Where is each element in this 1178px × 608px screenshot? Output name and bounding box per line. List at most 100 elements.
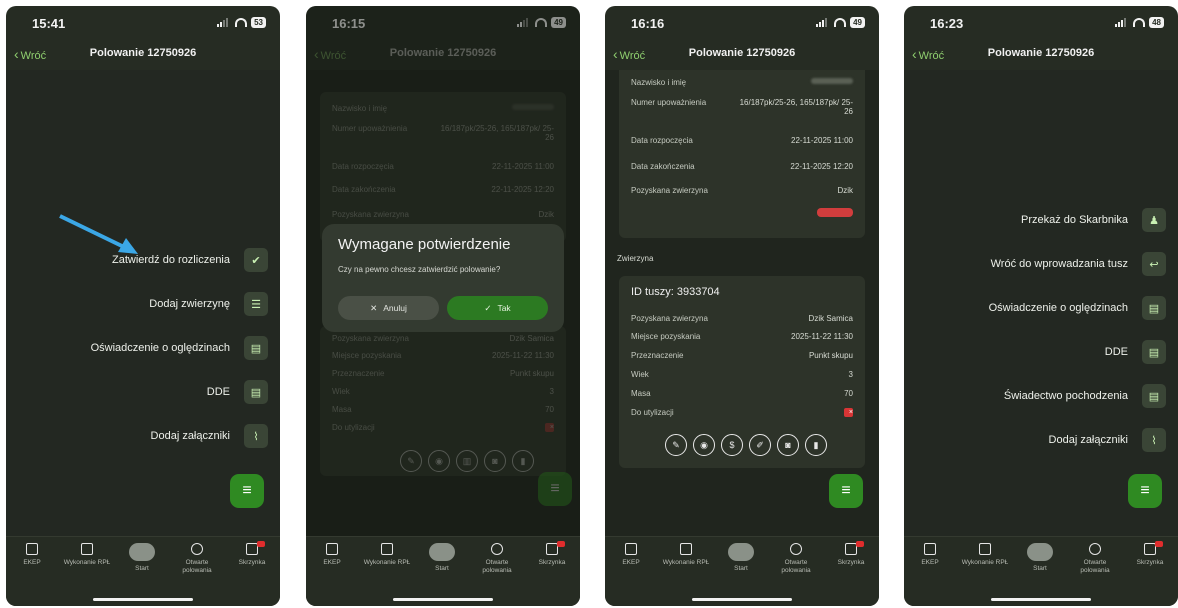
tab-start[interactable]: Start <box>117 543 167 573</box>
tab-inbox[interactable]: Skrzynka <box>227 541 277 567</box>
tab-wykonanie-rpl[interactable]: Wykonanie RPŁ <box>362 543 412 567</box>
menu-item-attachments[interactable]: Dodaj załączniki ⌇ <box>1049 428 1166 452</box>
tab-label: Skrzynka <box>837 559 865 566</box>
menu-item-label: DDE <box>206 386 230 398</box>
home-indicator <box>93 598 193 601</box>
dialog-title: Wymagane potwierdzenie <box>338 236 511 253</box>
check-icon: ✓ <box>484 302 492 313</box>
tab-label: Otwarte polowania <box>482 559 512 574</box>
phone-screen-4: 16:23 48 ‹ Wróć Polowanie 12750926 Przeka… <box>904 6 1178 606</box>
menu-item-return-to-carcass-entry[interactable]: Wróć do wprowadzania tusz ↩ <box>991 252 1166 276</box>
tree-icon <box>1027 543 1053 561</box>
detail-row: Pozyskana zwierzyna Dzik <box>631 186 853 195</box>
menu-item-dde[interactable]: DDE ▤ <box>1105 340 1166 364</box>
detail-row: Pozyskana zwierzyna Dzik Samica <box>631 314 853 323</box>
page-title: Polowanie 12750926 <box>987 47 1095 59</box>
system-icons: 48 <box>1115 17 1164 28</box>
cancel-button[interactable]: ✕ Anuluj <box>338 296 439 320</box>
menu-item-inspection-statement[interactable]: Oświadczenie o oględzinach ▤ <box>91 336 268 360</box>
carcass-card: ID tuszy: 3933704 Pozyskana zwierzyna Dzi… <box>619 276 865 468</box>
menu-item-label: Świadectwo pochodzenia <box>1003 390 1128 402</box>
menu-fab-button[interactable]: ≡ <box>829 474 863 508</box>
tree-icon <box>429 543 455 561</box>
tab-ekep[interactable]: EKEP <box>606 543 656 567</box>
document-edit-icon[interactable]: ✐ <box>749 434 771 456</box>
tab-start[interactable]: Start <box>1015 543 1065 573</box>
content-area: Zatwierdź do rozliczenia ✔ Dodaj zwierzy… <box>6 70 280 536</box>
confirm-label: Tak <box>497 303 511 313</box>
menu-item-label: Oświadczenie o oględzinach <box>988 302 1128 314</box>
system-icons: 53 <box>217 17 266 28</box>
tab-wykonanie-rpl[interactable]: Wykonanie RPŁ <box>960 543 1010 567</box>
content-area: Nazwisko i imię Numer upoważnienia 16/187… <box>605 70 879 536</box>
status-bar: 16:16 49 <box>605 6 879 38</box>
tab-label: Skrzynka <box>1136 559 1164 566</box>
cancel-label: Anuluj <box>383 303 407 313</box>
system-icons: 49 <box>816 17 865 28</box>
edit-icon[interactable]: ✎ <box>665 434 687 456</box>
menu-item-label: Zatwierdź do rozliczenia <box>112 254 230 266</box>
tab-label: Wykonanie RPŁ <box>63 559 111 566</box>
tab-inbox[interactable]: Skrzynka <box>527 541 577 567</box>
tab-label: Start <box>1033 565 1047 572</box>
detail-row: Wiek 3 <box>631 370 853 379</box>
notification-badge <box>856 541 864 547</box>
close-icon: ✕ <box>370 302 378 313</box>
status-bar: 15:41 53 <box>6 6 280 38</box>
camera-icon[interactable]: ◙ <box>777 434 799 456</box>
check-icon: ✔ <box>244 248 268 272</box>
tab-ekep[interactable]: EKEP <box>307 543 357 567</box>
carcass-actions: ✎ ◉ $ ✐ ◙ ▮ <box>665 434 827 456</box>
detail-row: Numer upoważnienia 16/187pk/25-26, 165/18… <box>631 98 853 116</box>
menu-fab-button[interactable]: ≡ <box>1128 474 1162 508</box>
trash-icon[interactable]: ▮ <box>805 434 827 456</box>
signal-icon <box>816 18 830 27</box>
tree-icon <box>129 543 155 561</box>
document-icon: ▤ <box>1142 384 1166 408</box>
tab-start[interactable]: Start <box>716 543 766 573</box>
menu-item-approve[interactable]: Zatwierdź do rozliczenia ✔ <box>112 248 268 272</box>
tab-label: Otwarte polowania <box>1080 559 1110 574</box>
tab-start[interactable]: Start <box>417 543 467 573</box>
status-bar: 16:23 48 <box>904 6 1178 38</box>
phone-screen-1: 15:41 53 ‹ Wróć Polowanie 12750926 Zatwie… <box>6 6 280 606</box>
tab-bar: EKEP Wykonanie RPŁ Start Otwarte polowan… <box>605 536 879 606</box>
menu-item-dde[interactable]: DDE ▤ <box>207 380 268 404</box>
tab-inbox[interactable]: Skrzynka <box>1125 541 1175 567</box>
menu-item-inspection-statement[interactable]: Oświadczenie o oględzinach ▤ <box>989 296 1166 320</box>
calendar-icon <box>680 543 692 555</box>
menu-fab-button[interactable]: ≡ <box>230 474 264 508</box>
paperclip-icon: ⌇ <box>1142 428 1166 452</box>
confirm-button[interactable]: ✓ Tak <box>447 296 548 320</box>
tab-inbox[interactable]: Skrzynka <box>826 541 876 567</box>
tab-ekep[interactable]: EKEP <box>905 543 955 567</box>
tab-open-hunts[interactable]: Otwarte polowania <box>771 543 821 575</box>
hunt-details-card: Nazwisko i imię Numer upoważnienia 16/187… <box>619 70 865 238</box>
battery-icon: 53 <box>251 17 266 28</box>
dollar-icon[interactable]: $ <box>721 434 743 456</box>
tab-open-hunts[interactable]: Otwarte polowania <box>172 543 222 575</box>
detail-row: Miejsce pozyskania 2025-11-22 11:30 <box>631 332 853 341</box>
menu-item-label: DDE <box>1104 346 1128 358</box>
tab-bar: EKEP Wykonanie RPŁ Start Otwarte polowan… <box>904 536 1178 606</box>
menu-item-add-game[interactable]: Dodaj zwierzynę ☰ <box>149 292 268 316</box>
tab-label: Otwarte polowania <box>182 559 212 574</box>
tab-wykonanie-rpl[interactable]: Wykonanie RPŁ <box>62 543 112 567</box>
dialog-buttons: ✕ Anuluj ✓ Tak <box>338 296 548 320</box>
tab-wykonanie-rpl[interactable]: Wykonanie RPŁ <box>661 543 711 567</box>
tab-ekep[interactable]: EKEP <box>7 543 57 567</box>
detail-row: Data rozpoczęcia 22-11-2025 11:00 <box>631 136 853 145</box>
menu-item-origin-certificate[interactable]: Świadectwo pochodzenia ▤ <box>1004 384 1166 408</box>
battery-icon: 49 <box>850 17 865 28</box>
tab-open-hunts[interactable]: Otwarte polowania <box>472 543 522 575</box>
tab-label: Start <box>135 565 149 572</box>
menu-item-attachments[interactable]: Dodaj załączniki ⌇ <box>151 424 268 448</box>
location-icon[interactable]: ◉ <box>693 434 715 456</box>
carcass-id: ID tuszy: 3933704 <box>631 286 720 298</box>
phone-screen-3: 16:16 49 ‹ Wróć Polowanie 12750926 Nazwis… <box>605 6 879 606</box>
menu-item-transfer-treasurer[interactable]: Przekaż do Skarbnika ♟ <box>1021 208 1166 232</box>
book-icon <box>924 543 936 555</box>
wifi-icon <box>834 18 847 27</box>
book-icon <box>326 543 338 555</box>
tab-open-hunts[interactable]: Otwarte polowania <box>1070 543 1120 575</box>
